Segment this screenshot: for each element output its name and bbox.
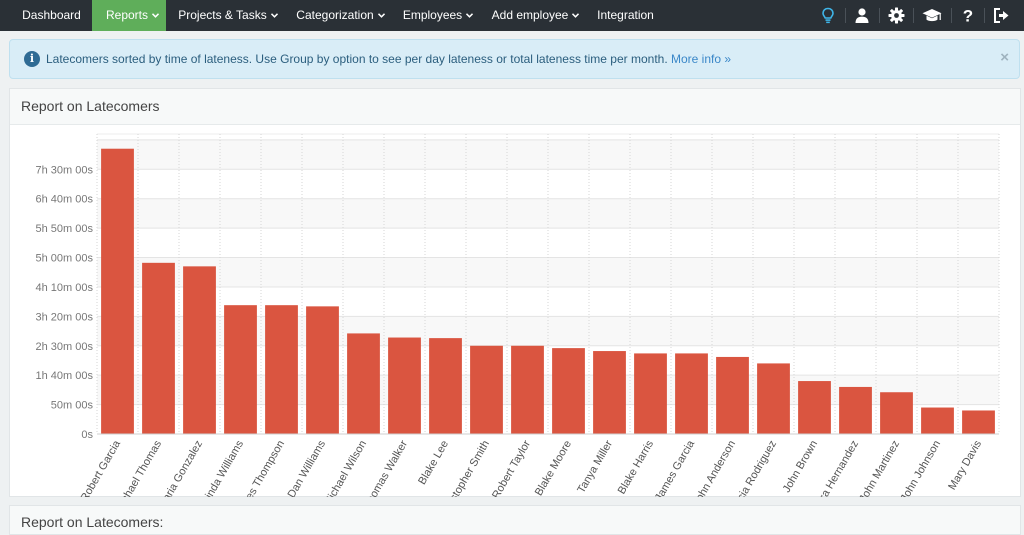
alert-message: Latecomers sorted by time of lateness. U…: [46, 52, 731, 66]
graduation-cap-icon[interactable]: [913, 0, 947, 31]
bar: [470, 345, 503, 434]
info-alert: i Latecomers sorted by time of lateness.…: [9, 39, 1020, 79]
x-tick-label: Dan Williams: [286, 438, 329, 497]
x-tick-label: John Brown: [781, 439, 820, 495]
close-icon[interactable]: ×: [1000, 49, 1009, 66]
info-icon: i: [24, 51, 40, 67]
bar: [634, 353, 667, 434]
nav-categorization[interactable]: Categorization: [283, 0, 391, 31]
y-tick-label: 2h 30m 00s: [36, 341, 94, 353]
logout-icon[interactable]: [984, 0, 1018, 31]
x-tick-label: Blake Moore: [533, 439, 574, 498]
y-tick-label: 0s: [81, 429, 93, 441]
nav-dashboard-label: Dashboard: [22, 8, 81, 22]
report-panel-2: Report on Latecomers:: [9, 505, 1021, 535]
more-info-link[interactable]: More info »: [671, 52, 731, 66]
y-tick-label: 1h 40m 00s: [36, 370, 94, 382]
x-tick-label: John Anderson: [691, 439, 738, 498]
lightbulb-icon[interactable]: [811, 0, 845, 31]
x-tick-label: Michael Wilson: [322, 439, 369, 498]
user-icon[interactable]: [845, 0, 879, 31]
nav-employees[interactable]: Employees: [391, 0, 478, 31]
y-tick-label: 50m 00s: [51, 400, 94, 412]
bar: [839, 386, 872, 434]
x-tick-label: Blake Lee: [416, 439, 451, 487]
bar: [921, 407, 954, 434]
x-tick-label: Robert Garcia: [78, 438, 123, 497]
bar: [429, 338, 462, 434]
nav-employees-label: Employees: [402, 8, 463, 22]
nav-integration[interactable]: Integration: [586, 0, 665, 31]
bar: [101, 148, 134, 435]
top-navbar: Dashboard Reports Projects & Tasks Categ…: [0, 0, 1024, 31]
bar: [593, 351, 626, 434]
x-tick-label: Thomas Walker: [361, 438, 410, 497]
nav-integration-label: Integration: [597, 8, 654, 22]
svg-text:?: ?: [963, 7, 973, 24]
bar: [552, 348, 585, 434]
nav-add-employee-label: Add employee: [491, 8, 569, 22]
nav-reports[interactable]: Reports: [92, 0, 166, 31]
y-tick-label: 5h 00m 00s: [36, 253, 94, 265]
y-tick-label: 7h 30m 00s: [36, 164, 94, 176]
bar: [757, 363, 790, 434]
y-tick-label: 6h 40m 00s: [36, 194, 94, 206]
x-tick-label: Robert Taylor: [490, 438, 533, 497]
bar: [880, 392, 913, 434]
x-tick-label: Blake Harris: [616, 438, 657, 496]
alert-text: Latecomers sorted by time of lateness. U…: [46, 52, 668, 66]
panel-header: Report on Latecomers: [10, 89, 1020, 125]
nav-dashboard[interactable]: Dashboard: [11, 0, 92, 31]
panel-title: Report on Latecomers: [21, 98, 160, 114]
nav-categorization-label: Categorization: [296, 8, 374, 22]
y-tick-label: 4h 10m 00s: [36, 282, 94, 294]
y-tick-label: 5h 50m 00s: [36, 223, 94, 235]
x-tick-label: James Garcia: [653, 438, 698, 497]
bar: [716, 356, 749, 434]
bar: [306, 306, 339, 434]
nav-add-employee[interactable]: Add employee: [478, 0, 586, 31]
report-panel: Report on Latecomers 0s 50m 00s 1h 40m 00s…: [9, 88, 1021, 497]
bar: [675, 353, 708, 434]
bar: [183, 266, 216, 434]
panel-2-title: Report on Latecomers:: [21, 514, 164, 530]
x-tick-label: Tanya Miller: [575, 438, 615, 495]
nav-projects-tasks-label: Projects & Tasks: [178, 8, 267, 22]
y-tick-label: 3h 20m 00s: [36, 311, 94, 323]
x-tick-label: Maria Gonzalez: [156, 439, 205, 498]
nav-reports-label: Reports: [105, 8, 149, 22]
bar: [962, 410, 995, 434]
bar: [142, 262, 175, 434]
x-tick-label: Linda Williams: [200, 438, 246, 497]
gear-icon[interactable]: [879, 0, 913, 31]
bar: [224, 305, 257, 434]
nav-projects-tasks[interactable]: Projects & Tasks: [166, 0, 283, 31]
x-tick-label: John Johnson: [898, 439, 943, 498]
x-tick-label: Mary Davis: [946, 438, 984, 492]
latecomers-chart: 0s 50m 00s 1h 40m 00s 2h 30m 00s 3h 20m 00s 4…: [36, 133, 1000, 498]
bar: [798, 381, 831, 434]
bar: [265, 305, 298, 434]
bar: [511, 345, 544, 434]
bar: [388, 337, 421, 434]
bar: [347, 333, 380, 434]
question-icon[interactable]: ?: [951, 0, 985, 31]
x-tick-label: John Martinez: [857, 439, 902, 498]
